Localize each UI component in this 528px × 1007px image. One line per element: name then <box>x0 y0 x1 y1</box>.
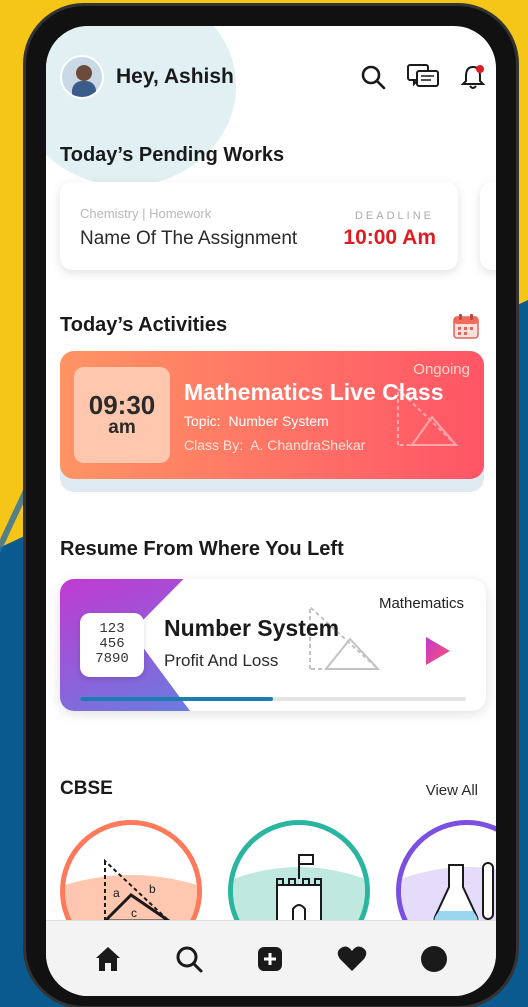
pending-subject: Chemistry | Homework <box>80 206 212 221</box>
svg-text:c: c <box>131 906 137 920</box>
svg-text:b: b <box>149 882 156 896</box>
status-badge: Ongoing <box>413 361 470 378</box>
thumb-line-1: 123 <box>99 621 125 637</box>
cbse-section-title: CBSE <box>60 778 113 799</box>
class-time-box: 09:30 am <box>74 367 170 463</box>
home-icon[interactable] <box>93 944 123 974</box>
view-all-link[interactable]: View All <box>426 782 478 799</box>
deadline-time: 10:00 Am <box>343 226 436 249</box>
app-screen: Hey, Ashish Today’s Pending Works Chemis… <box>46 26 496 996</box>
class-topic: Topic: Number System <box>184 413 329 429</box>
class-time: 09:30 <box>88 390 156 420</box>
bottom-nav <box>46 920 496 996</box>
topic-value: Number System <box>228 413 329 429</box>
resume-sublesson: Profit And Loss <box>164 651 279 670</box>
class-teacher: Class By: A. ChandraShekar <box>184 437 365 453</box>
triangle-illustration-icon <box>309 604 381 670</box>
calendar-icon[interactable] <box>452 312 480 340</box>
app-header: Hey, Ashish <box>60 55 486 99</box>
add-icon[interactable] <box>255 944 285 974</box>
activities-section-title: Today’s Activities <box>60 314 228 336</box>
bell-icon[interactable] <box>460 63 486 91</box>
profile-icon[interactable] <box>419 944 449 974</box>
assignment-name: Name Of The Assignment <box>80 228 298 249</box>
header-actions <box>360 63 486 91</box>
avatar[interactable] <box>60 55 104 99</box>
heart-icon[interactable] <box>336 944 368 974</box>
resume-section-title: Resume From Where You Left <box>60 538 344 560</box>
topic-label: Topic: <box>184 413 221 429</box>
search-icon[interactable] <box>360 64 386 90</box>
triangle-illustration-icon <box>397 386 459 446</box>
by-label: Class By: <box>184 437 244 453</box>
progress-track <box>80 697 466 701</box>
by-value: A. ChandraShekar <box>250 437 366 453</box>
deadline-label: DEADLINE <box>354 210 434 222</box>
pending-card-next[interactable] <box>480 182 496 270</box>
pending-card[interactable]: Chemistry | Homework Name Of The Assignm… <box>60 182 458 270</box>
progress-fill <box>80 697 273 701</box>
play-icon[interactable] <box>424 635 452 667</box>
search-icon[interactable] <box>174 944 204 974</box>
number-system-thumbnail: 123 456 7890 <box>80 613 144 677</box>
resume-subject: Mathematics <box>378 595 464 612</box>
svg-text:a: a <box>113 886 120 900</box>
resume-card[interactable]: 123 456 7890 Mathematics Number System P… <box>60 579 486 711</box>
pending-section-title: Today’s Pending Works <box>60 144 285 166</box>
greeting: Hey, Ashish <box>116 65 234 88</box>
class-ampm: am <box>108 417 136 438</box>
thumb-line-3: 7890 <box>95 651 129 667</box>
chat-icon[interactable] <box>406 63 440 91</box>
thumb-line-2: 456 <box>99 636 125 652</box>
live-class-card[interactable]: 09:30 am Ongoing Mathematics Live Class … <box>60 351 484 479</box>
